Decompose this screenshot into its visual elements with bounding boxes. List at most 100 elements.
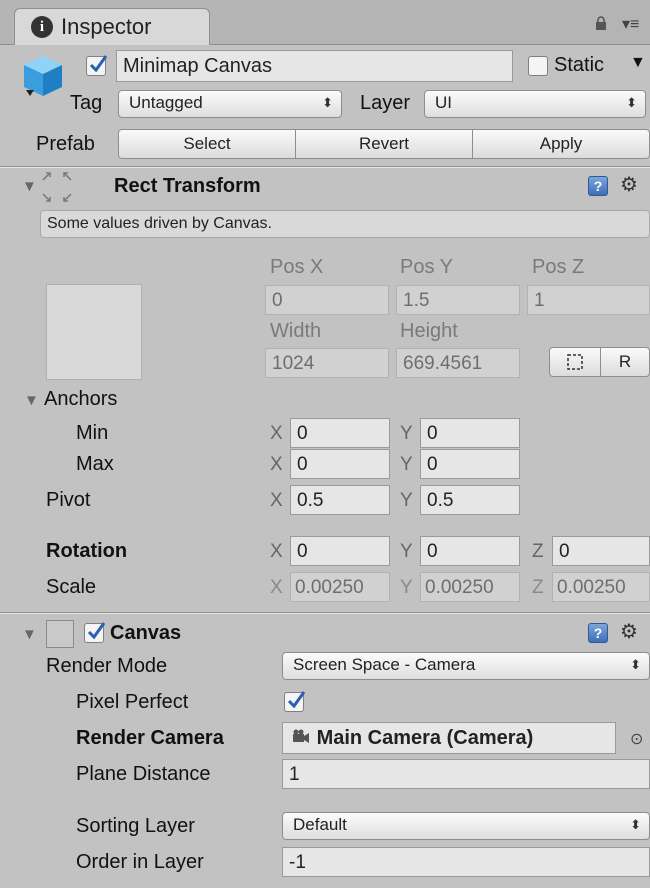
width-label: Width bbox=[270, 320, 322, 342]
gear-icon[interactable]: ⚙ bbox=[620, 172, 638, 197]
height-label: Height bbox=[400, 320, 458, 342]
tab-bar: i Inspector ▾≡ bbox=[0, 0, 650, 45]
anchors-fold-icon[interactable]: ▼ bbox=[24, 392, 39, 409]
static-label: Static bbox=[554, 54, 605, 76]
render-camera-field[interactable]: Main Camera (Camera) bbox=[282, 722, 616, 754]
chevron-updown-icon: ⬍ bbox=[630, 817, 641, 832]
anchor-min-y-field[interactable]: 0 bbox=[420, 418, 520, 448]
axis-x-label: X bbox=[270, 423, 283, 444]
axis-y-label: Y bbox=[400, 490, 413, 511]
render-mode-value: Screen Space - Camera bbox=[293, 655, 476, 674]
cube-icon bbox=[24, 56, 62, 96]
prefab-label: Prefab bbox=[36, 133, 95, 155]
pixel-perfect-label: Pixel Perfect bbox=[76, 691, 189, 713]
axis-y-label: Y bbox=[400, 454, 413, 475]
canvas-title: Canvas bbox=[110, 622, 182, 644]
render-mode-dropdown[interactable]: Screen Space - Camera ⬍ bbox=[282, 652, 650, 680]
canvas-fold-icon[interactable]: ▼ bbox=[22, 626, 37, 643]
divider bbox=[0, 613, 650, 614]
pos-z-field[interactable]: 1 bbox=[527, 285, 650, 315]
sorting-layer-dropdown[interactable]: Default ⬍ bbox=[282, 812, 650, 840]
pos-x-field[interactable]: 0 bbox=[265, 285, 389, 315]
tab-menu-icon[interactable]: ▾≡ bbox=[622, 17, 644, 33]
inspector-window: i Inspector ▾≡ Minimap Canvas Static ▼ T… bbox=[0, 0, 650, 888]
layer-dropdown[interactable]: UI ⬍ bbox=[424, 90, 646, 118]
pivot-label: Pivot bbox=[46, 489, 91, 511]
canvas-enabled-checkbox[interactable] bbox=[84, 622, 106, 643]
blueprint-mode-button[interactable] bbox=[549, 347, 601, 377]
camera-icon bbox=[293, 729, 309, 743]
scale-x-field[interactable]: 0.00250 bbox=[290, 572, 390, 602]
divider bbox=[0, 167, 650, 168]
axis-y-label: Y bbox=[400, 541, 413, 562]
axis-x-label: X bbox=[270, 577, 283, 598]
sorting-layer-label: Sorting Layer bbox=[76, 815, 195, 837]
axis-x-label: X bbox=[270, 490, 283, 511]
chevron-updown-icon: ⬍ bbox=[630, 657, 641, 672]
anchors-label: Anchors bbox=[44, 388, 118, 410]
plane-distance-label: Plane Distance bbox=[76, 763, 211, 785]
plane-distance-field[interactable]: 1 bbox=[282, 759, 650, 789]
pivot-y-field[interactable]: 0.5 bbox=[420, 485, 520, 515]
sorting-layer-value: Default bbox=[293, 815, 347, 834]
pixel-perfect-checkbox[interactable] bbox=[284, 691, 306, 712]
prefab-select-button[interactable]: Select bbox=[118, 129, 296, 159]
axis-x-label: X bbox=[270, 541, 283, 562]
anchor-max-x-field[interactable]: 0 bbox=[290, 449, 390, 479]
rect-transform-icon bbox=[42, 172, 72, 202]
anchor-presets-preview[interactable] bbox=[46, 284, 142, 380]
tab-inspector[interactable]: i Inspector bbox=[14, 8, 210, 45]
object-picker-icon[interactable]: ⊙ bbox=[630, 729, 643, 749]
anchor-min-label: Min bbox=[76, 422, 109, 444]
static-dropdown-icon[interactable]: ▼ bbox=[630, 54, 646, 72]
canvas-component-icon bbox=[46, 620, 74, 648]
scale-y-field[interactable]: 0.00250 bbox=[420, 572, 520, 602]
width-field[interactable]: 1024 bbox=[265, 348, 389, 378]
anchor-max-label: Max bbox=[76, 453, 114, 475]
rotation-z-field[interactable]: 0 bbox=[552, 536, 650, 566]
order-in-layer-label: Order in Layer bbox=[76, 851, 204, 873]
gear-icon[interactable]: ⚙ bbox=[620, 619, 638, 644]
axis-z-label: Z bbox=[532, 577, 544, 598]
rotation-y-field[interactable]: 0 bbox=[420, 536, 520, 566]
rotation-label: Rotation bbox=[46, 540, 128, 562]
order-in-layer-field[interactable]: -1 bbox=[282, 847, 650, 877]
raw-edit-button[interactable]: R bbox=[600, 347, 650, 377]
axis-y-label: Y bbox=[400, 423, 413, 444]
height-field[interactable]: 669.4561 bbox=[396, 348, 520, 378]
object-name-field[interactable]: Minimap Canvas bbox=[116, 50, 513, 82]
chevron-updown-icon: ⬍ bbox=[626, 95, 637, 110]
help-icon[interactable]: ? bbox=[588, 623, 608, 643]
layer-label: Layer bbox=[360, 92, 411, 114]
tag-value: Untagged bbox=[129, 93, 203, 112]
scale-z-field[interactable]: 0.00250 bbox=[552, 572, 650, 602]
blueprint-icon bbox=[567, 354, 583, 370]
axis-z-label: Z bbox=[532, 541, 544, 562]
static-checkbox[interactable] bbox=[528, 56, 548, 76]
axis-y-label: Y bbox=[400, 577, 413, 598]
rect-transform-title: Rect Transform bbox=[114, 175, 261, 197]
rotation-x-field[interactable]: 0 bbox=[290, 536, 390, 566]
lock-icon[interactable] bbox=[594, 16, 608, 30]
tab-title: Inspector bbox=[61, 14, 152, 39]
pos-y-field[interactable]: 1.5 bbox=[396, 285, 520, 315]
render-camera-label: Render Camera bbox=[76, 727, 224, 749]
rect-transform-fold-icon[interactable]: ▼ bbox=[22, 178, 37, 195]
chevron-updown-icon: ⬍ bbox=[322, 95, 333, 110]
prefab-apply-button[interactable]: Apply bbox=[472, 129, 650, 159]
pos-y-label: Pos Y bbox=[400, 256, 453, 278]
info-icon: i bbox=[31, 16, 53, 38]
layer-value: UI bbox=[435, 93, 452, 112]
help-icon[interactable]: ? bbox=[588, 176, 608, 196]
prefab-revert-button[interactable]: Revert bbox=[295, 129, 473, 159]
tag-label: Tag bbox=[70, 92, 103, 114]
anchor-min-x-field[interactable]: 0 bbox=[290, 418, 390, 448]
object-active-checkbox[interactable] bbox=[86, 55, 108, 76]
render-camera-value: Main Camera (Camera) bbox=[316, 727, 534, 749]
pos-z-label: Pos Z bbox=[532, 256, 585, 278]
pivot-x-field[interactable]: 0.5 bbox=[290, 485, 390, 515]
tag-dropdown[interactable]: Untagged ⬍ bbox=[118, 90, 342, 118]
render-mode-label: Render Mode bbox=[46, 655, 168, 677]
anchor-max-y-field[interactable]: 0 bbox=[420, 449, 520, 479]
pos-x-label: Pos X bbox=[270, 256, 324, 278]
